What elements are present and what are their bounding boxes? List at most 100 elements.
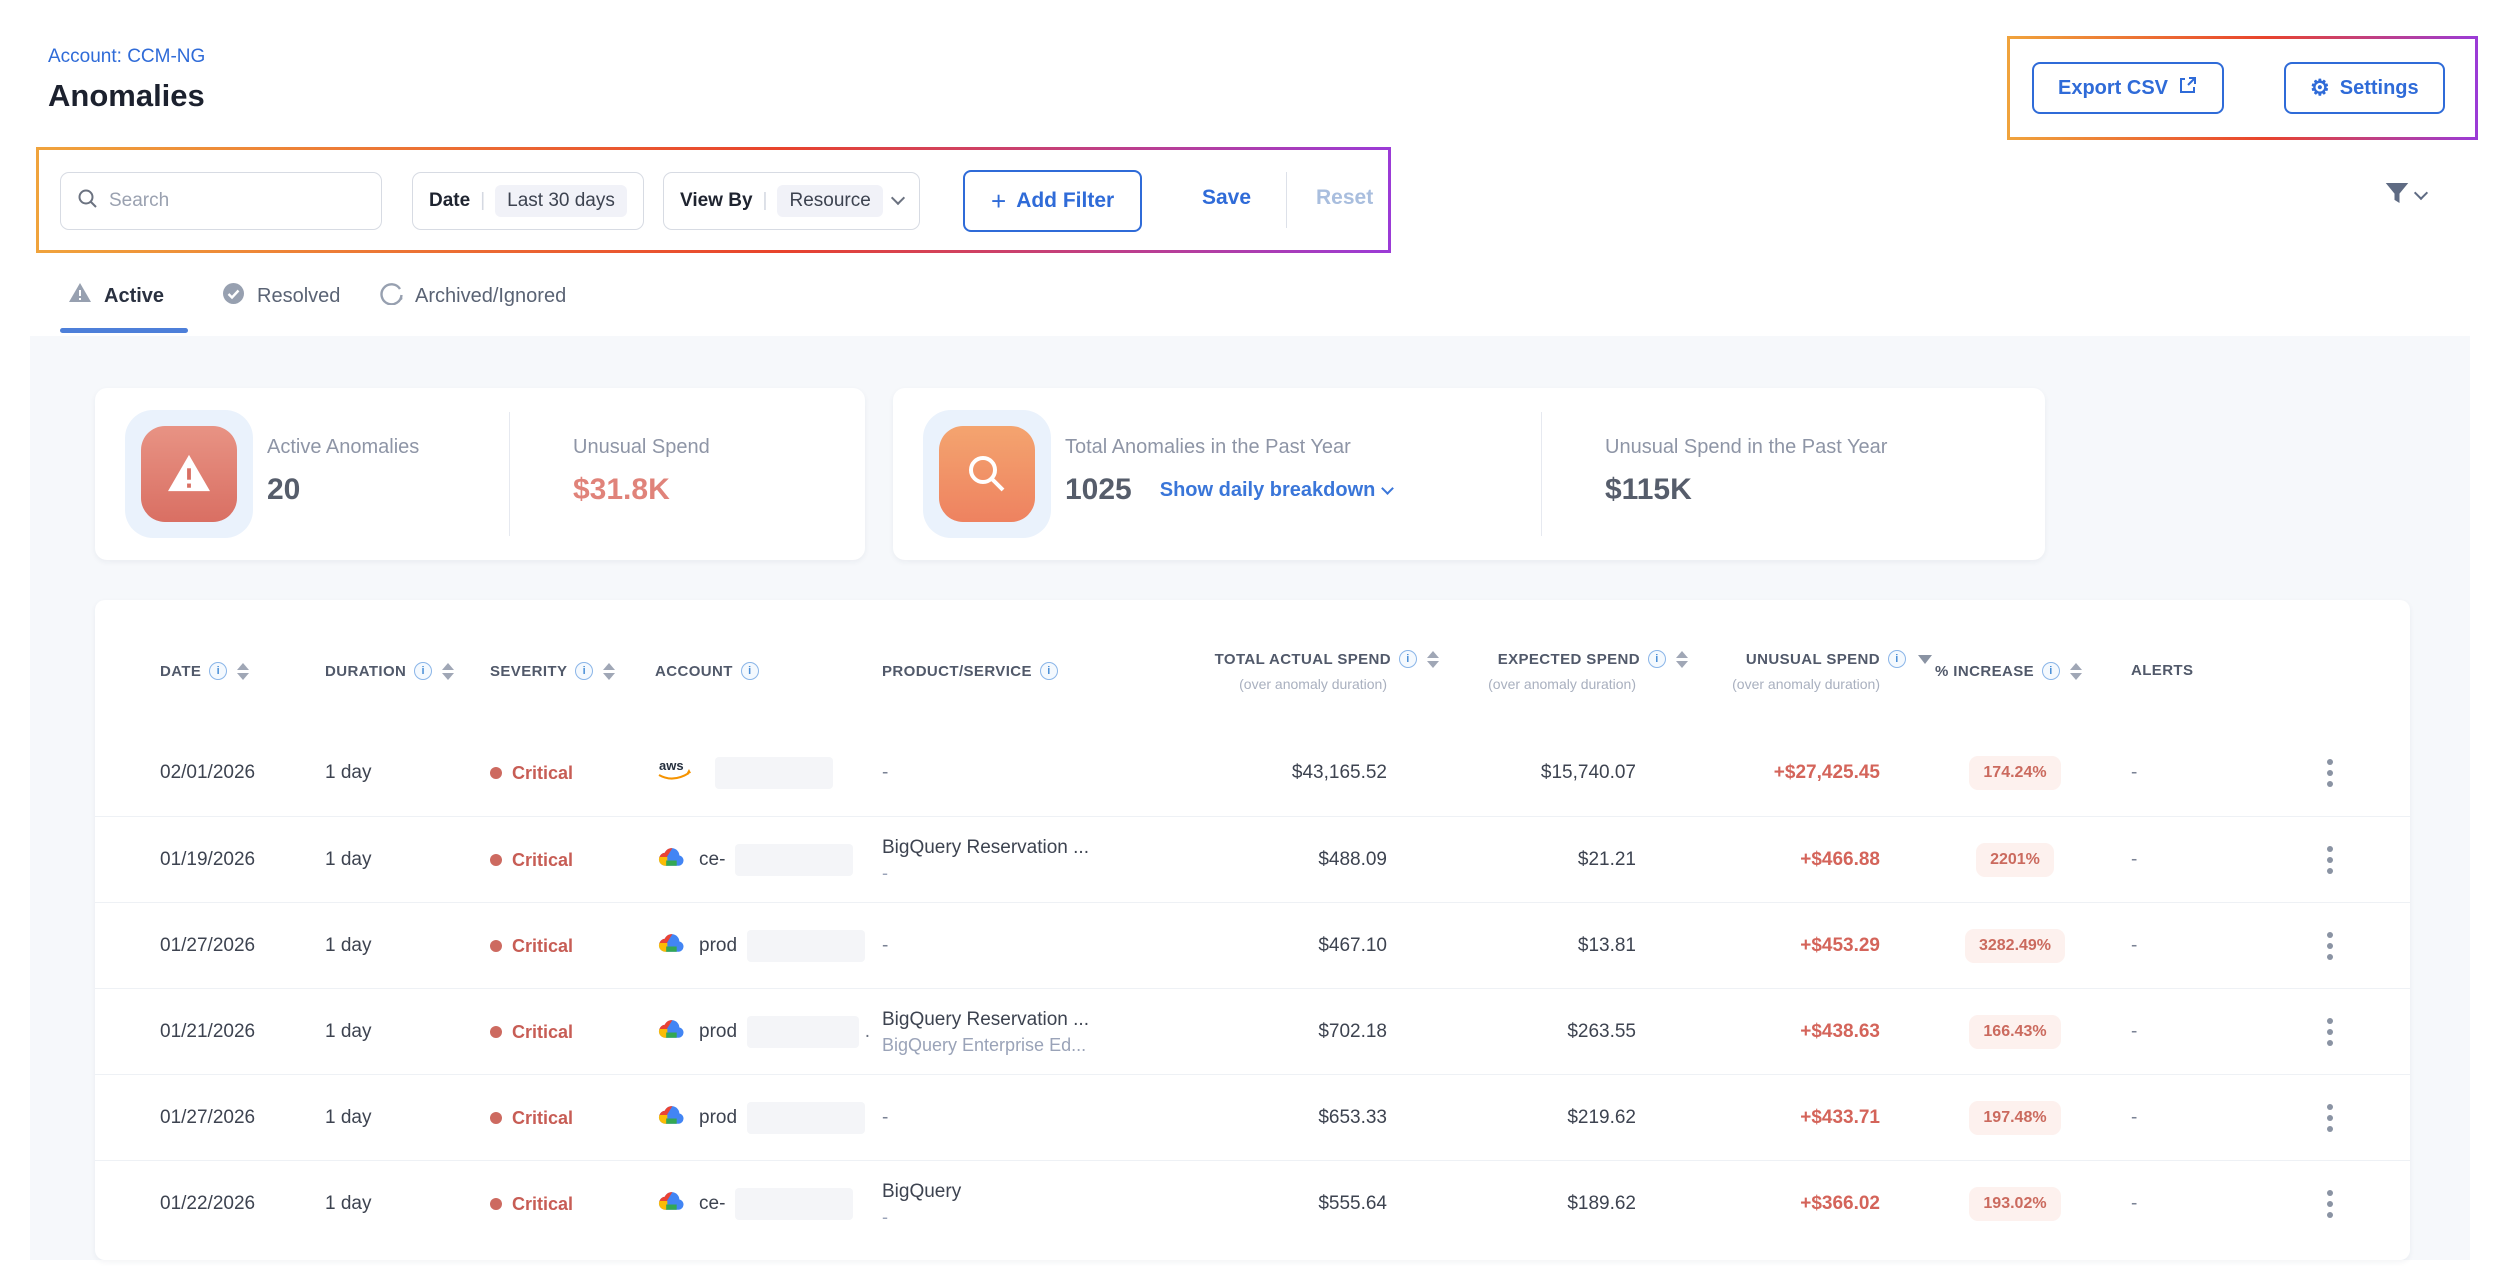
info-icon[interactable]: i xyxy=(741,662,759,680)
actual-spend: $467.10 xyxy=(1318,935,1387,957)
column-label: ACCOUNT xyxy=(655,663,733,680)
product-service[interactable]: BigQuery xyxy=(882,1181,961,1203)
search-input[interactable] xyxy=(109,190,339,212)
table-row[interactable]: 01/27/20261 day Critical prod-$653.33$21… xyxy=(95,1074,2410,1160)
anomaly-date: 01/27/2026 xyxy=(160,1107,255,1129)
row-menu-kebab-icon[interactable] xyxy=(2321,753,2339,793)
severity-dot-icon xyxy=(490,1026,502,1038)
column-header-duration[interactable]: DURATION i xyxy=(325,662,517,680)
save-button[interactable]: Save xyxy=(1202,186,1251,210)
percent-increase-badge: 174.24% xyxy=(1969,756,2060,790)
date-filter[interactable]: Date | Last 30 days xyxy=(412,172,644,230)
percent-increase-badge: 193.02% xyxy=(1969,1187,2060,1221)
search-box[interactable] xyxy=(60,172,382,230)
tab-active-label: Active xyxy=(104,285,164,308)
product-detail: - xyxy=(882,863,1089,884)
divider xyxy=(1286,172,1287,228)
table-row[interactable]: 01/22/20261 day Critical ce-BigQuery -$5… xyxy=(95,1160,2410,1246)
column-label: ALERTS xyxy=(2131,662,2193,679)
add-filter-button[interactable]: + Add Filter xyxy=(963,170,1142,232)
account-breadcrumb[interactable]: Account: CCM-NG xyxy=(48,46,205,68)
export-csv-label: Export CSV xyxy=(2058,77,2168,100)
metric-label: Unusual Spend xyxy=(573,436,710,459)
table-row[interactable]: 02/01/20261 day Critical aws -$43,165.52… xyxy=(95,730,2410,816)
date-filter-value[interactable]: Last 30 days xyxy=(495,185,627,217)
sort-icon[interactable] xyxy=(237,663,249,680)
alerts-value: - xyxy=(2131,1107,2137,1129)
redacted-account xyxy=(747,930,865,962)
row-menu-kebab-icon[interactable] xyxy=(2321,1012,2339,1052)
column-subtitle: (over anomaly duration) xyxy=(1635,676,1880,692)
alerts-value: - xyxy=(2131,849,2137,871)
funnel-icon xyxy=(2382,178,2412,213)
percent-increase-badge: 3282.49% xyxy=(1965,929,2065,963)
unusual-spend: +$366.02 xyxy=(1800,1193,1880,1215)
column-header-increase[interactable]: % INCREASE i xyxy=(1935,662,2147,680)
tab-active[interactable]: Active xyxy=(68,282,164,310)
severity-label: Critical xyxy=(512,1022,573,1043)
reset-button[interactable]: Reset xyxy=(1316,186,1373,210)
metric-value: $115K xyxy=(1605,473,1887,507)
column-label: TOTAL ACTUAL SPEND xyxy=(1215,651,1391,668)
info-icon[interactable]: i xyxy=(2042,662,2060,680)
link-label: Show daily breakdown xyxy=(1160,479,1376,502)
expected-spend: $219.62 xyxy=(1567,1107,1636,1129)
account-name: prod xyxy=(699,1021,737,1043)
gcp-icon xyxy=(655,1101,689,1135)
info-icon[interactable]: i xyxy=(414,662,432,680)
info-icon[interactable]: i xyxy=(209,662,227,680)
redacted-account xyxy=(735,1188,853,1220)
alerts-value: - xyxy=(2131,1193,2137,1215)
plus-icon: + xyxy=(991,188,1006,214)
filter-funnel-button[interactable] xyxy=(2382,178,2426,213)
unusual-spend: +$433.71 xyxy=(1800,1107,1880,1129)
actual-spend: $555.64 xyxy=(1318,1193,1387,1215)
sort-icon[interactable] xyxy=(603,663,615,680)
show-daily-breakdown-link[interactable]: Show daily breakdown xyxy=(1160,479,1393,502)
divider xyxy=(509,412,510,536)
sort-desc-icon[interactable] xyxy=(1918,655,1932,664)
severity-label: Critical xyxy=(512,1194,573,1215)
account-name: ce- xyxy=(699,1193,725,1215)
table-row[interactable]: 01/21/20261 day Critical prod.BigQuery R… xyxy=(95,988,2410,1074)
account-name: ce- xyxy=(699,849,725,871)
severity-dot-icon xyxy=(490,940,502,952)
info-icon[interactable]: i xyxy=(1040,662,1058,680)
severity-label: Critical xyxy=(512,763,573,784)
anomaly-date: 01/19/2026 xyxy=(160,849,255,871)
metric-label: Total Anomalies in the Past Year xyxy=(1065,436,1392,459)
add-filter-label: Add Filter xyxy=(1016,189,1114,213)
divider xyxy=(1541,412,1542,536)
product-service: - xyxy=(882,1107,888,1129)
sort-icon[interactable] xyxy=(2070,663,2082,680)
sort-icon[interactable] xyxy=(442,663,454,680)
metric-label: Active Anomalies xyxy=(267,436,419,459)
product-service: - xyxy=(882,762,888,784)
table-row[interactable]: 01/19/20261 day Critical ce-BigQuery Res… xyxy=(95,816,2410,902)
view-by-value[interactable]: Resource xyxy=(777,185,882,217)
table-row[interactable]: 01/27/20261 day Critical prod-$467.10$13… xyxy=(95,902,2410,988)
row-menu-kebab-icon[interactable] xyxy=(2321,840,2339,880)
severity-label: Critical xyxy=(512,1108,573,1129)
info-icon[interactable]: i xyxy=(575,662,593,680)
tab-archived-label: Archived/Ignored xyxy=(415,285,566,308)
alert-triangle-icon xyxy=(141,426,237,522)
gcp-icon xyxy=(655,1187,689,1221)
anomaly-date: 01/21/2026 xyxy=(160,1021,255,1043)
anomaly-date: 01/22/2026 xyxy=(160,1193,255,1215)
tab-resolved[interactable]: Resolved xyxy=(222,282,340,311)
anomaly-duration: 1 day xyxy=(325,849,371,871)
row-menu-kebab-icon[interactable] xyxy=(2321,1098,2339,1138)
export-csv-button[interactable]: Export CSV xyxy=(2032,62,2224,114)
row-menu-kebab-icon[interactable] xyxy=(2321,1184,2339,1224)
product-service[interactable]: BigQuery Reservation ... xyxy=(882,1009,1089,1031)
column-header-unusual[interactable]: UNUSUAL SPEND i xyxy=(1635,650,1932,668)
product-service[interactable]: BigQuery Reservation ... xyxy=(882,837,1089,859)
tab-archived[interactable]: Archived/Ignored xyxy=(380,282,566,311)
column-header-alerts[interactable]: ALERTS xyxy=(2131,662,2283,679)
row-menu-kebab-icon[interactable] xyxy=(2321,926,2339,966)
settings-button[interactable]: ⚙ Settings xyxy=(2284,62,2445,114)
severity-dot-icon xyxy=(490,1198,502,1210)
info-icon[interactable]: i xyxy=(1888,650,1906,668)
view-by-filter[interactable]: View By | Resource xyxy=(663,172,920,230)
